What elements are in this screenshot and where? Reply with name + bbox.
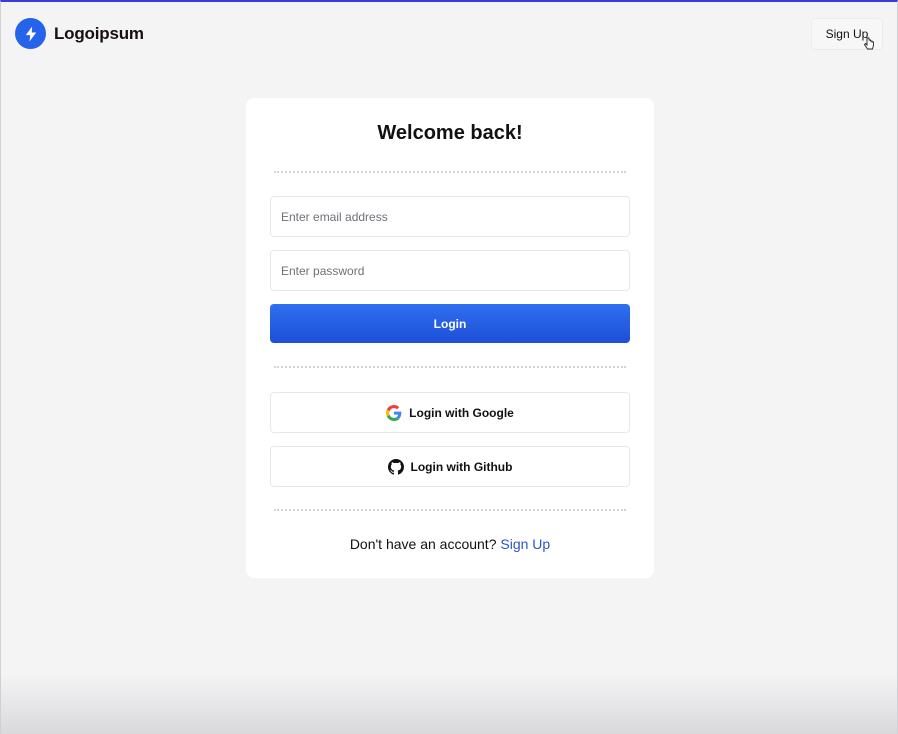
login-card: Welcome back! Login Login with Google Lo… [246, 98, 654, 578]
password-field[interactable] [270, 250, 630, 291]
google-login-label: Login with Google [409, 405, 514, 420]
page-title: Welcome back! [377, 122, 523, 144]
email-field[interactable] [270, 196, 630, 237]
signup-prompt: Don't have an account? Sign Up [246, 536, 654, 552]
github-login-label: Login with Github [410, 459, 513, 474]
google-login-button[interactable]: Login with Google [270, 392, 630, 433]
divider [274, 509, 626, 511]
divider [274, 171, 626, 173]
signup-link[interactable]: Sign Up [500, 536, 550, 552]
lightning-bolt-icon [15, 18, 46, 49]
login-button[interactable]: Login [270, 304, 630, 343]
github-login-button[interactable]: Login with Github [270, 446, 630, 487]
divider [274, 366, 626, 368]
brand-name: Logoipsum [54, 23, 144, 43]
google-icon [386, 404, 402, 421]
bottom-fade [1, 674, 897, 734]
github-icon [387, 458, 404, 475]
hand-cursor-icon [863, 37, 874, 50]
brand[interactable]: Logoipsum [15, 18, 144, 49]
signup-prompt-text: Don't have an account? [349, 536, 497, 552]
